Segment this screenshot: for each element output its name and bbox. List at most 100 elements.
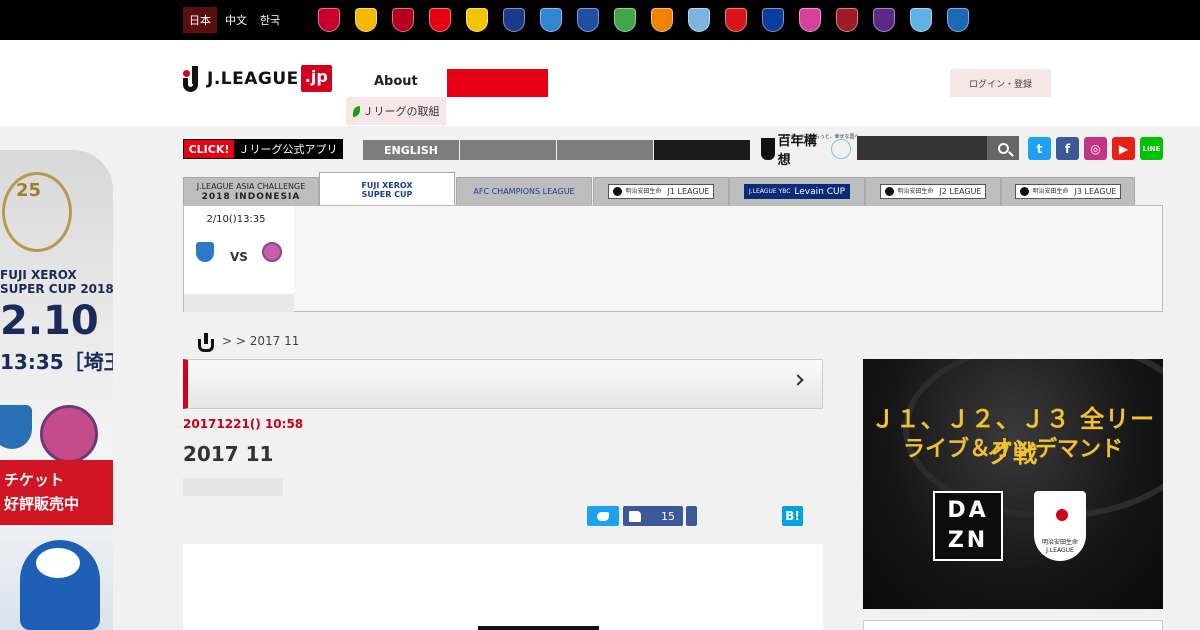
tab-line2: J1 LEAGUE (667, 186, 710, 196)
jleague-emblem-dot (1056, 509, 1068, 521)
match-vs: VS (230, 250, 248, 264)
embedded-media[interactable] (478, 626, 599, 630)
competition-tab-2[interactable]: AFC CHAMPIONS LEAGUE (456, 177, 592, 206)
instagram-icon[interactable]: ◎ (1084, 137, 1107, 160)
utility-button-2[interactable] (460, 140, 556, 160)
kashiwa-reysol-icon[interactable] (466, 8, 488, 32)
home-team-crest-icon (196, 242, 214, 262)
facebook-icon[interactable]: f (1056, 137, 1079, 160)
kawasaki-crest-icon (0, 405, 32, 449)
thumbs-up-icon (629, 510, 641, 522)
vegalta-sendai-icon[interactable] (355, 8, 377, 32)
breadcrumb-path: > > 2017 11 (222, 334, 300, 348)
competition-tab-1[interactable]: FUJI XEROX SUPER CUP (319, 172, 455, 206)
gamba-osaka-icon[interactable] (762, 8, 784, 32)
consadole-sapporo-icon[interactable] (318, 8, 340, 32)
feature-link-bar[interactable] (183, 359, 823, 409)
breadcrumb: > > 2017 11 (198, 333, 300, 352)
competition-tab-5[interactable]: 明治安田生命 J2 LEAGUE (865, 177, 1001, 206)
match-datetime: 2/10()13:35 (206, 214, 266, 225)
nav-highlight-button[interactable] (447, 69, 548, 97)
tab-label: AFC CHAMPIONS LEAGUE (473, 186, 575, 196)
super-cup-promo-banner[interactable]: 25 FUJI XEROX SUPER CUP 2018 2.10 SAT 13… (0, 150, 113, 630)
twitter-icon[interactable]: t (1028, 137, 1051, 160)
promo-date: 2.10 SAT (0, 298, 113, 344)
nav-initiatives-label: Ｊリーグの取組 (362, 105, 440, 118)
ticket-line1: チケット (4, 471, 65, 489)
utility-button-4[interactable] (654, 140, 750, 160)
search-button[interactable] (987, 136, 1019, 160)
competition-tab-6[interactable]: 明治安田生命 J3 LEAGUE (1001, 177, 1135, 206)
cerezo-osaka-icon[interactable] (799, 8, 821, 32)
centennial-vision-link[interactable]: スポーツで、もっと、幸せな国へ。 百年構想 (761, 134, 865, 168)
promo-time: 13:35［埼玉］ (0, 350, 113, 374)
tab-label: J.LEAGUE ASIA CHALLENGE 2018 INDONESIA (197, 182, 306, 202)
nav-about[interactable]: About (374, 74, 418, 89)
tab-line2: J3 LEAGUE (1074, 186, 1117, 196)
jleague-logo[interactable]: J.LEAGUE .jp (183, 65, 332, 92)
login-button[interactable]: ログイン・登録 (950, 69, 1051, 97)
article-title: 2017 11 (183, 442, 274, 466)
kashima-antlers-icon[interactable] (392, 8, 414, 32)
nav-initiatives[interactable]: Ｊリーグの取組 (346, 97, 446, 125)
facebook-like-button[interactable]: 15 (623, 506, 683, 526)
centennial-j-icon (761, 138, 775, 160)
language-chinese[interactable]: 中文 (219, 7, 253, 33)
jleague-mark-icon (612, 187, 622, 196)
jleague-caption-2: J.LEAGUE (1046, 547, 1074, 554)
search-input[interactable] (857, 136, 987, 160)
tab-badge: J.LEAGUE YBC Levain CUP (743, 184, 851, 199)
shonan-bellmare-icon[interactable] (614, 8, 636, 32)
urawa-reds-icon[interactable] (429, 8, 451, 32)
v-varen-nagasaki-icon[interactable] (947, 8, 969, 32)
logo-text: J.LEAGUE (207, 68, 299, 89)
jubilo-iwata-icon[interactable] (688, 8, 710, 32)
hatena-bookmark-button[interactable]: B! (782, 506, 803, 526)
language-japanese[interactable]: 日本 (183, 7, 217, 33)
dazn-logo-bottom: ZN (947, 528, 989, 553)
jleague-emblem-caption: 明治安田生命 J.LEAGUE (1028, 539, 1092, 555)
twitter-icon (597, 511, 609, 521)
home-j-icon[interactable] (198, 333, 214, 352)
facebook-share-button[interactable] (686, 506, 697, 526)
shimizu-s-pulse-icon[interactable] (651, 8, 673, 32)
vissel-kobe-icon[interactable] (836, 8, 858, 32)
fc-tokyo-icon[interactable] (503, 8, 525, 32)
language-korean[interactable]: 한국 (253, 7, 287, 33)
tab-line2: J2 LEAGUE (939, 186, 982, 196)
utility-button-3[interactable] (557, 140, 653, 160)
competition-tab-3[interactable]: 明治安田生命 J1 LEAGUE (593, 177, 729, 206)
kawasaki-frontale-icon[interactable] (540, 8, 562, 32)
line-icon[interactable]: LINE (1140, 137, 1163, 160)
sagan-tosu-icon[interactable] (910, 8, 932, 32)
tab-label: FUJI XEROX SUPER CUP (361, 181, 412, 199)
match-schedule-panel: 2/10()13:35 VS (183, 205, 1163, 312)
promo-ticket-banner: チケット 好評販売中 (0, 460, 113, 525)
twitter-share-button[interactable] (587, 506, 619, 526)
dazn-logo: DA ZN (933, 491, 1003, 561)
sanfrecce-hiroshima-icon[interactable] (873, 8, 895, 32)
app-promo-button[interactable]: CLICK! Ｊリーグ公式アプリ (183, 139, 343, 159)
away-team-crest-icon (262, 242, 282, 262)
centennial-slogan: スポーツで、もっと、幸せな国へ。 (785, 134, 865, 140)
ad-line2: ライブ＆オンデマンド (902, 437, 1123, 462)
dazn-advertisement[interactable]: Ｊ１、Ｊ２、Ｊ３ 全リーグ戦 ライブ＆オンデマンド DA ZN 明治安田生命 J… (863, 359, 1163, 609)
match-card[interactable]: 2/10()13:35 VS (184, 206, 294, 294)
tab-line2: Levain CUP (794, 186, 846, 197)
site-header: J.LEAGUE .jp About Ｊリーグの取組 ログイン・登録 (0, 40, 1200, 126)
youtube-icon[interactable]: ▶ (1112, 137, 1135, 160)
jleague-mark-icon (884, 187, 894, 196)
english-button[interactable]: ENGLISH (363, 140, 459, 160)
article-tag[interactable] (183, 478, 283, 496)
jleague-mark-icon (183, 65, 205, 92)
ticket-line2: 好評販売中 (4, 495, 80, 513)
article-body (183, 544, 823, 630)
tab-line1: 明治安田生命 (1032, 187, 1069, 195)
tab-badge: 明治安田生命 J1 LEAGUE (607, 184, 715, 199)
tab-line2: SUPER CUP (361, 189, 413, 199)
tab-line1: J.LEAGUE YBC (748, 187, 791, 195)
competition-tab-4[interactable]: J.LEAGUE YBC Levain CUP (729, 177, 865, 206)
nagoya-grampus-icon[interactable] (725, 8, 747, 32)
competition-tab-0[interactable]: J.LEAGUE ASIA CHALLENGE 2018 INDONESIA (183, 177, 319, 206)
yokohama-f-marinos-icon[interactable] (577, 8, 599, 32)
